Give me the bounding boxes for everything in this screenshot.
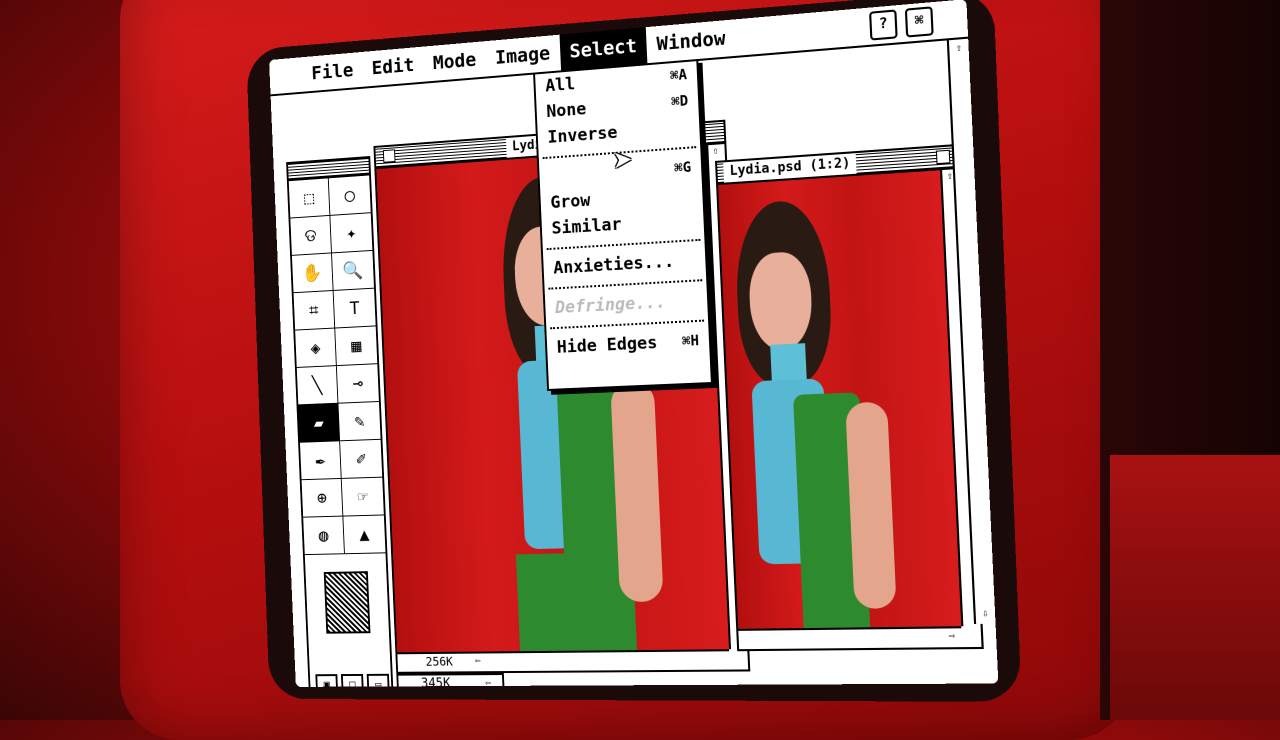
menu-item-defringe: Defringe...	[545, 287, 708, 322]
menu-item-hide-edges[interactable]: Hide Edges ⌘H	[547, 327, 710, 361]
document-window-front: Lydia.psd (1:2) ⇧ ⇨	[715, 144, 984, 651]
paint-bucket-icon[interactable]: ◈	[295, 328, 337, 367]
horizontal-scrollbar[interactable]: ⇨	[738, 626, 962, 649]
scroll-left-icon[interactable]: ⇦	[471, 654, 485, 668]
scroll-down-icon[interactable]: ⇩	[978, 607, 994, 622]
type-icon[interactable]: T	[334, 289, 376, 329]
standard-mode-icon[interactable]: ▣	[315, 674, 338, 687]
scroll-up-icon[interactable]: ⇧	[708, 144, 723, 159]
menu-window[interactable]: Window	[646, 19, 736, 63]
magic-wand-icon[interactable]: ✦	[330, 213, 372, 253]
hand-icon[interactable]: ✋	[292, 253, 334, 293]
gradient-icon[interactable]: ▦	[335, 326, 377, 366]
pencil-icon[interactable]: ✎	[338, 402, 380, 441]
pattern-swatch[interactable]	[324, 571, 371, 634]
crop-icon[interactable]: ⌗	[294, 291, 336, 331]
line-icon[interactable]: ╲	[297, 366, 339, 405]
menu-file[interactable]: File	[302, 52, 364, 92]
mask-mode-icon[interactable]: □	[341, 674, 364, 687]
menu-mode[interactable]: Mode	[423, 41, 487, 81]
screen: File Edit Mode Image Select Window ? ⌘ ⬚…	[269, 0, 998, 687]
screen-mode-icon[interactable]: ▭	[367, 674, 390, 687]
arrow-cursor-icon: ➤	[612, 141, 634, 182]
select-menu: All ⌘A None ⌘D Inverse ⌘G Grow Similar Anx…	[533, 59, 713, 391]
status-bar: 345K ⇦	[396, 673, 505, 687]
background-shelf	[1110, 455, 1280, 720]
memory-indicator-outer: 345K	[421, 676, 451, 687]
brush-icon[interactable]: ✐	[340, 440, 382, 479]
person-figure	[733, 182, 941, 629]
horizontal-scrollbar[interactable]: 256K ⇦	[397, 649, 730, 672]
sharpen-icon[interactable]: ▲	[343, 515, 385, 554]
scroll-right-icon[interactable]: ⇨	[944, 629, 960, 644]
zoom-box-icon[interactable]	[936, 150, 950, 164]
close-box-icon[interactable]	[383, 149, 396, 162]
memory-indicator: 256K	[425, 655, 453, 669]
eyedropper-icon[interactable]: ⊸	[337, 364, 379, 403]
menu-item-anxieties[interactable]: Anxieties...	[543, 247, 706, 282]
eraser-icon[interactable]: ▰	[298, 404, 340, 443]
smudge-icon[interactable]: ☞	[342, 478, 384, 517]
blur-icon[interactable]: ◍	[303, 517, 345, 556]
zoom-icon[interactable]: 🔍	[332, 251, 374, 291]
rect-marquee-icon[interactable]: ⬚	[289, 178, 331, 218]
help-icon[interactable]: ?	[869, 9, 898, 40]
ellipse-marquee-icon[interactable]: ◯	[329, 175, 371, 215]
image-canvas[interactable]	[718, 170, 961, 629]
stamp-icon[interactable]: ⊕	[302, 479, 344, 518]
menu-edit[interactable]: Edit	[362, 47, 425, 87]
apple-icon[interactable]	[270, 74, 303, 77]
scroll-up-icon[interactable]: ⇧	[951, 41, 967, 57]
lasso-icon[interactable]: ଡ	[290, 216, 332, 256]
scroll-left-icon[interactable]: ⇦	[481, 677, 495, 687]
app-icon[interactable]: ⌘	[905, 6, 934, 37]
airbrush-icon[interactable]: ✒	[300, 441, 342, 480]
